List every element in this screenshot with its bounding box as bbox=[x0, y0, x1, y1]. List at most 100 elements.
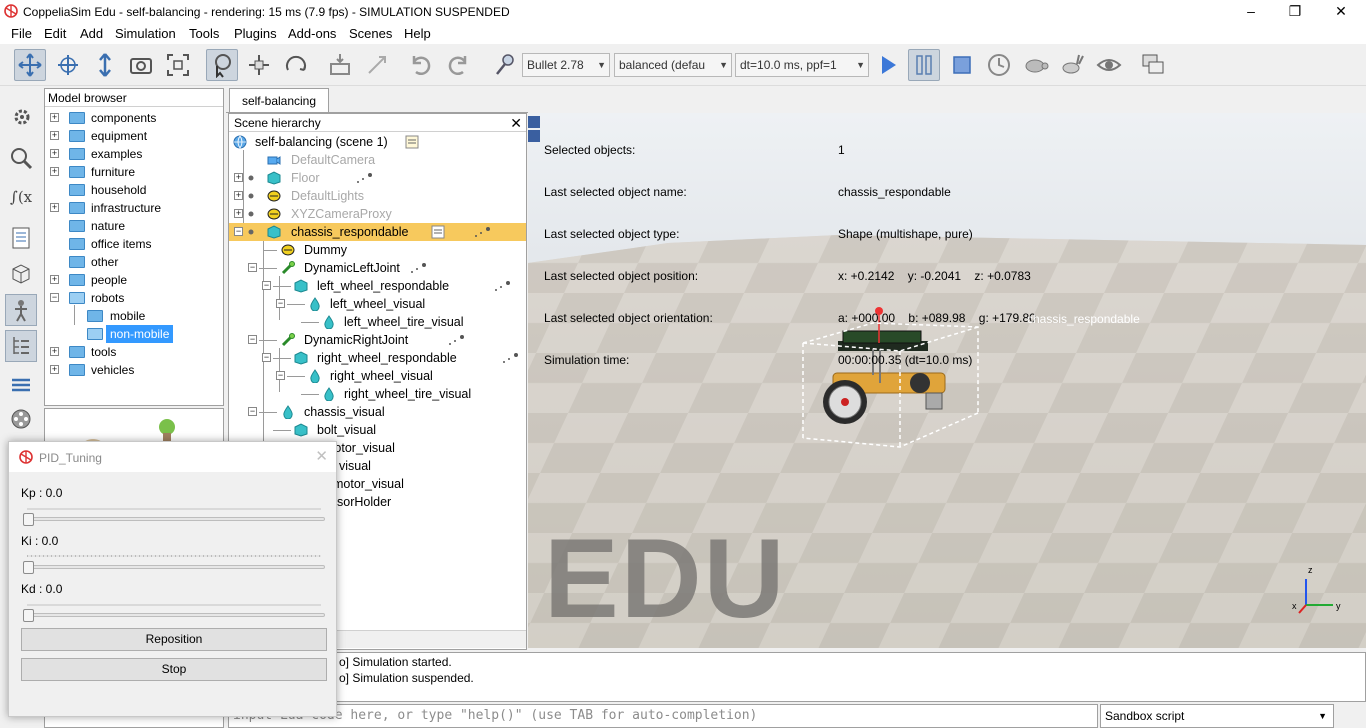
engine-mode-select[interactable]: balanced (defau ▼ bbox=[614, 53, 732, 77]
menu-edit[interactable]: Edit bbox=[44, 26, 66, 41]
close-icon[interactable]: ✕ bbox=[315, 447, 328, 465]
redo-button[interactable] bbox=[442, 49, 474, 81]
hierarchy-row-left-wheel-respondable[interactable]: − left_wheel_respondable bbox=[229, 277, 526, 295]
menu-simulation[interactable]: Simulation bbox=[115, 26, 176, 41]
menu-plugins[interactable]: Plugins bbox=[234, 26, 277, 41]
model-folder-mobile[interactable]: mobile bbox=[45, 305, 223, 325]
scene-hierarchy-button[interactable] bbox=[5, 330, 37, 362]
video-recorder-button[interactable] bbox=[5, 403, 37, 435]
object-rotate-button[interactable] bbox=[280, 49, 312, 81]
time-step-select[interactable]: dt=10.0 ms, ppf=1 ▼ bbox=[735, 53, 869, 77]
visualization-toggle-button[interactable] bbox=[1093, 49, 1125, 81]
stop-simulation-button[interactable] bbox=[946, 49, 978, 81]
collapse-icon[interactable]: − bbox=[262, 281, 271, 290]
ki-slider[interactable] bbox=[25, 565, 325, 569]
click-select-button[interactable] bbox=[206, 49, 238, 81]
model-folder-robots[interactable]: − robots bbox=[45, 289, 223, 307]
scene-windows-button[interactable] bbox=[1137, 49, 1169, 81]
expand-icon[interactable]: + bbox=[234, 191, 243, 200]
expand-icon[interactable]: + bbox=[50, 131, 59, 140]
model-folder-examples[interactable]: + examples bbox=[45, 145, 223, 163]
model-browser-button[interactable] bbox=[5, 294, 37, 326]
pause-simulation-button[interactable] bbox=[908, 49, 940, 81]
camera-pan-button[interactable] bbox=[14, 49, 46, 81]
collapse-icon[interactable]: − bbox=[50, 293, 59, 302]
scene-viewport[interactable]: Selected objects: Last selected object n… bbox=[528, 113, 1366, 648]
hierarchy-row-dynamicleftjoint[interactable]: − DynamicLeftJoint bbox=[229, 259, 526, 277]
menu-add-ons[interactable]: Add-ons bbox=[288, 26, 336, 41]
hierarchy-row-left-wheel-visual[interactable]: − left_wheel_visual bbox=[229, 295, 526, 313]
camera-angle-button[interactable] bbox=[125, 49, 157, 81]
dynamics-toggle-button[interactable] bbox=[489, 49, 521, 81]
hierarchy-row-chassis-respondable[interactable]: − chassis_respondable bbox=[229, 223, 526, 241]
lua-command-input[interactable]: input Lua code here, or type "help()" (u… bbox=[228, 704, 1098, 728]
expand-icon[interactable]: + bbox=[50, 275, 59, 284]
start-simulation-button[interactable] bbox=[872, 49, 904, 81]
hierarchy-row-dynamicrightjoint[interactable]: − DynamicRightJoint bbox=[229, 331, 526, 349]
collapse-icon[interactable]: − bbox=[262, 353, 271, 362]
model-folder-household[interactable]: household bbox=[45, 181, 223, 199]
function-button[interactable]: ∫(x) bbox=[5, 180, 37, 212]
speed-up-button[interactable] bbox=[1056, 49, 1088, 81]
script-selector[interactable]: Sandbox script ▼ bbox=[1100, 704, 1334, 728]
collapse-icon[interactable]: − bbox=[276, 371, 285, 380]
hierarchy-row-xyzcameraproxy[interactable]: + XYZCameraProxy bbox=[229, 205, 526, 223]
assemble-button[interactable] bbox=[324, 49, 356, 81]
layers-button[interactable] bbox=[5, 368, 37, 400]
collapse-icon[interactable]: − bbox=[276, 299, 285, 308]
expand-icon[interactable]: + bbox=[50, 203, 59, 212]
menu-scenes[interactable]: Scenes bbox=[349, 26, 392, 41]
hierarchy-row-chassis-visual[interactable]: − chassis_visual bbox=[229, 403, 526, 421]
kp-slider-handle[interactable] bbox=[23, 513, 34, 526]
collapse-icon[interactable]: − bbox=[234, 227, 243, 236]
physics-engine-select[interactable]: Bullet 2.78 ▼ bbox=[522, 53, 610, 77]
menu-help[interactable]: Help bbox=[404, 26, 431, 41]
model-folder-nature[interactable]: nature bbox=[45, 217, 223, 235]
model-folder-infrastructure[interactable]: + infrastructure bbox=[45, 199, 223, 217]
hierarchy-row-left-wheel-tire-visual[interactable]: left_wheel_tire_visual bbox=[229, 313, 526, 331]
expand-icon[interactable]: + bbox=[50, 347, 59, 356]
hierarchy-row-defaultcamera[interactable]: DefaultCamera bbox=[229, 151, 526, 169]
shape-edit-button[interactable] bbox=[5, 257, 37, 289]
scene-tab[interactable]: self-balancing bbox=[229, 88, 329, 113]
model-folder-tools[interactable]: + tools bbox=[45, 343, 223, 361]
stop-button[interactable]: Stop bbox=[21, 658, 327, 681]
expand-icon[interactable]: + bbox=[50, 149, 59, 158]
hierarchy-row-right-wheel-tire-visual[interactable]: right_wheel_tire_visual bbox=[229, 385, 526, 403]
expand-icon[interactable]: + bbox=[50, 167, 59, 176]
hierarchy-row-floor[interactable]: + Floor bbox=[229, 169, 526, 187]
fit-to-view-button[interactable] bbox=[162, 49, 194, 81]
model-folder-people[interactable]: + people bbox=[45, 271, 223, 289]
model-folder-non-mobile[interactable]: non-mobile bbox=[45, 325, 223, 343]
minimize-button[interactable]: – bbox=[1228, 0, 1274, 24]
model-folder-equipment[interactable]: + equipment bbox=[45, 127, 223, 145]
transfer-dna-button[interactable] bbox=[361, 49, 393, 81]
slow-down-button[interactable] bbox=[1020, 49, 1052, 81]
info-collapse-icon[interactable] bbox=[528, 116, 540, 128]
model-folder-furniture[interactable]: + furniture bbox=[45, 163, 223, 181]
hierarchy-row-scene[interactable]: self-balancing (scene 1) bbox=[229, 133, 526, 151]
hierarchy-row-right-wheel-visual[interactable]: − right_wheel_visual bbox=[229, 367, 526, 385]
maximize-button[interactable]: ❐ bbox=[1272, 0, 1318, 24]
model-folder-vehicles[interactable]: + vehicles bbox=[45, 361, 223, 379]
kd-slider-handle[interactable] bbox=[23, 609, 34, 622]
expand-icon[interactable]: + bbox=[234, 209, 243, 218]
hierarchy-row-bolt-visual[interactable]: bolt_visual bbox=[229, 421, 526, 439]
expand-icon[interactable]: + bbox=[50, 113, 59, 122]
camera-shift-button[interactable] bbox=[89, 49, 121, 81]
model-folder-office-items[interactable]: office items bbox=[45, 235, 223, 253]
collapse-icon[interactable]: − bbox=[248, 335, 257, 344]
expand-icon[interactable]: + bbox=[50, 365, 59, 374]
hierarchy-row-right-wheel-respondable[interactable]: − right_wheel_respondable bbox=[229, 349, 526, 367]
info-toggle-icon[interactable] bbox=[528, 130, 540, 142]
ki-slider-handle[interactable] bbox=[23, 561, 34, 574]
scripts-button[interactable] bbox=[5, 222, 37, 254]
menu-add[interactable]: Add bbox=[80, 26, 103, 41]
reposition-button[interactable]: Reposition bbox=[21, 628, 327, 651]
calculation-modules-button[interactable] bbox=[5, 142, 37, 174]
camera-rotate-button[interactable] bbox=[52, 49, 84, 81]
collapse-icon[interactable]: − bbox=[248, 407, 257, 416]
expand-icon[interactable]: + bbox=[234, 173, 243, 182]
menu-tools[interactable]: Tools bbox=[189, 26, 219, 41]
object-shift-button[interactable] bbox=[243, 49, 275, 81]
